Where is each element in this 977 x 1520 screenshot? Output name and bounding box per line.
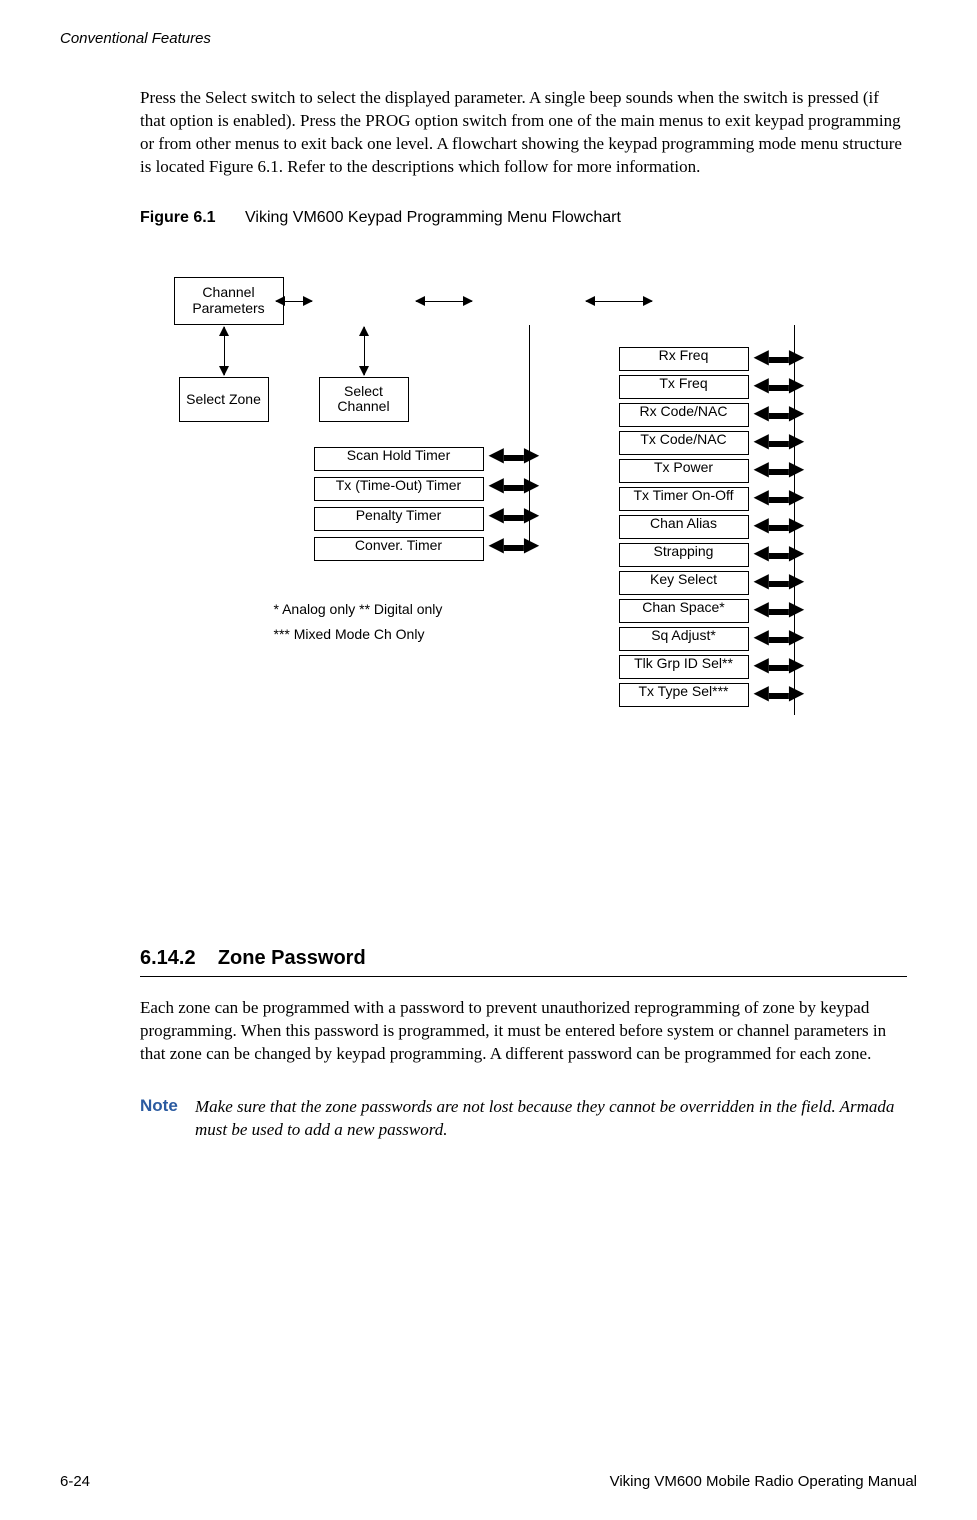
flowchart-diagram: Change Zone Change Channel System Parame… (174, 277, 874, 867)
box-conver-timer: Conver. Timer (314, 537, 484, 561)
box-select-channel: Select Channel (319, 377, 409, 422)
box-strapping: Strapping (619, 543, 749, 567)
note-text: Make sure that the zone passwords are no… (195, 1096, 907, 1142)
intro-paragraph: Press the Select switch to select the di… (140, 87, 907, 179)
double-arrow-icon: ◀▬▶ (754, 403, 805, 431)
page-footer: 6-24 Viking VM600 Mobile Radio Operating… (60, 1473, 917, 1490)
note-label: Note (140, 1096, 195, 1142)
arrow-icon (364, 327, 365, 375)
box-chan-space: Chan Space* (619, 599, 749, 623)
arrow-icon (276, 301, 312, 302)
section-paragraph: Each zone can be programmed with a passw… (140, 997, 907, 1066)
box-penalty-timer: Penalty Timer (314, 507, 484, 531)
page-number: 6-24 (60, 1473, 90, 1490)
double-arrow-icon: ◀▬▶ (754, 431, 805, 459)
double-arrow-icon: ◀▬▶ (489, 445, 540, 475)
double-arrow-icon: ◀▬▶ (754, 655, 805, 683)
box-tx-timer-onoff: Tx Timer On-Off (619, 487, 749, 511)
box-channel-parameters: Channel Parameters (174, 277, 284, 325)
box-sq-adjust: Sq Adjust* (619, 627, 749, 651)
box-tx-timeout-timer: Tx (Time-Out) Timer (314, 477, 484, 501)
double-arrow-icon: ◀▬▶ (754, 627, 805, 655)
section-heading: 6.14.2 Zone Password (140, 947, 907, 977)
double-arrow-icon: ◀▬▶ (489, 475, 540, 505)
box-tx-freq: Tx Freq (619, 375, 749, 399)
manual-title: Viking VM600 Mobile Radio Operating Manu… (610, 1473, 917, 1490)
arrow-icon (224, 327, 225, 375)
box-rx-code-nac: Rx Code/NAC (619, 403, 749, 427)
box-tx-code-nac: Tx Code/NAC (619, 431, 749, 455)
figure-caption: Figure 6.1 Viking VM600 Keypad Programmi… (140, 209, 907, 227)
box-select-zone: Select Zone (179, 377, 269, 422)
box-tlk-grp-id: Tlk Grp ID Sel** (619, 655, 749, 679)
box-scan-hold-timer: Scan Hold Timer (314, 447, 484, 471)
box-tx-type-sel: Tx Type Sel*** (619, 683, 749, 707)
double-arrow-icon: ◀▬▶ (754, 571, 805, 599)
double-arrow-icon: ◀▬▶ (754, 599, 805, 627)
box-rx-freq: Rx Freq (619, 347, 749, 371)
box-key-select: Key Select (619, 571, 749, 595)
double-arrow-icon: ◀▬▶ (489, 535, 540, 565)
legend-line-1: * Analog only ** Digital only (274, 597, 443, 622)
double-arrow-icon: ◀▬▶ (754, 375, 805, 403)
figure-number: Figure 6.1 (140, 209, 216, 226)
arrow-icon (416, 301, 472, 302)
figure-title: Viking VM600 Keypad Programming Menu Flo… (245, 209, 621, 226)
double-arrow-icon: ◀▬▶ (754, 347, 805, 375)
double-arrow-icon: ◀▬▶ (754, 515, 805, 543)
running-header: Conventional Features (60, 30, 917, 47)
double-arrow-icon: ◀▬▶ (754, 487, 805, 515)
double-arrow-icon: ◀▬▶ (754, 683, 805, 711)
double-arrow-icon: ◀▬▶ (489, 505, 540, 535)
box-chan-alias: Chan Alias (619, 515, 749, 539)
note-block: Note Make sure that the zone passwords a… (140, 1096, 907, 1142)
double-arrow-icon: ◀▬▶ (754, 543, 805, 571)
section-title: Zone Password (218, 947, 366, 969)
double-arrow-icon: ◀▬▶ (754, 459, 805, 487)
box-tx-power: Tx Power (619, 459, 749, 483)
section-number: 6.14.2 (140, 947, 196, 969)
arrow-icon (586, 301, 652, 302)
legend-line-2: *** Mixed Mode Ch Only (274, 622, 443, 647)
